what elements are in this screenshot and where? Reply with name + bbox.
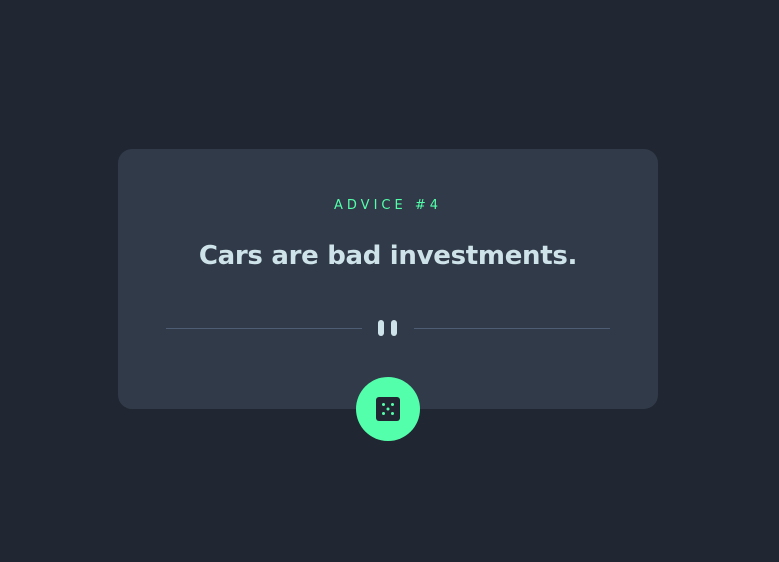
pause-icon <box>378 320 398 336</box>
divider-line-left <box>166 328 362 329</box>
advice-number-label: ADVICE #4 <box>334 198 442 213</box>
advice-quote: Cars are bad investments. <box>198 241 578 271</box>
dice-icon <box>376 397 400 421</box>
advice-card: ADVICE #4 Cars are bad investments. <box>118 149 658 409</box>
divider <box>166 319 610 337</box>
page: ADVICE #4 Cars are bad investments. <box>0 0 779 562</box>
pause-bar-right <box>391 320 397 336</box>
generate-advice-button[interactable] <box>356 377 420 441</box>
pause-bar-left <box>378 320 384 336</box>
divider-line-right <box>414 328 610 329</box>
